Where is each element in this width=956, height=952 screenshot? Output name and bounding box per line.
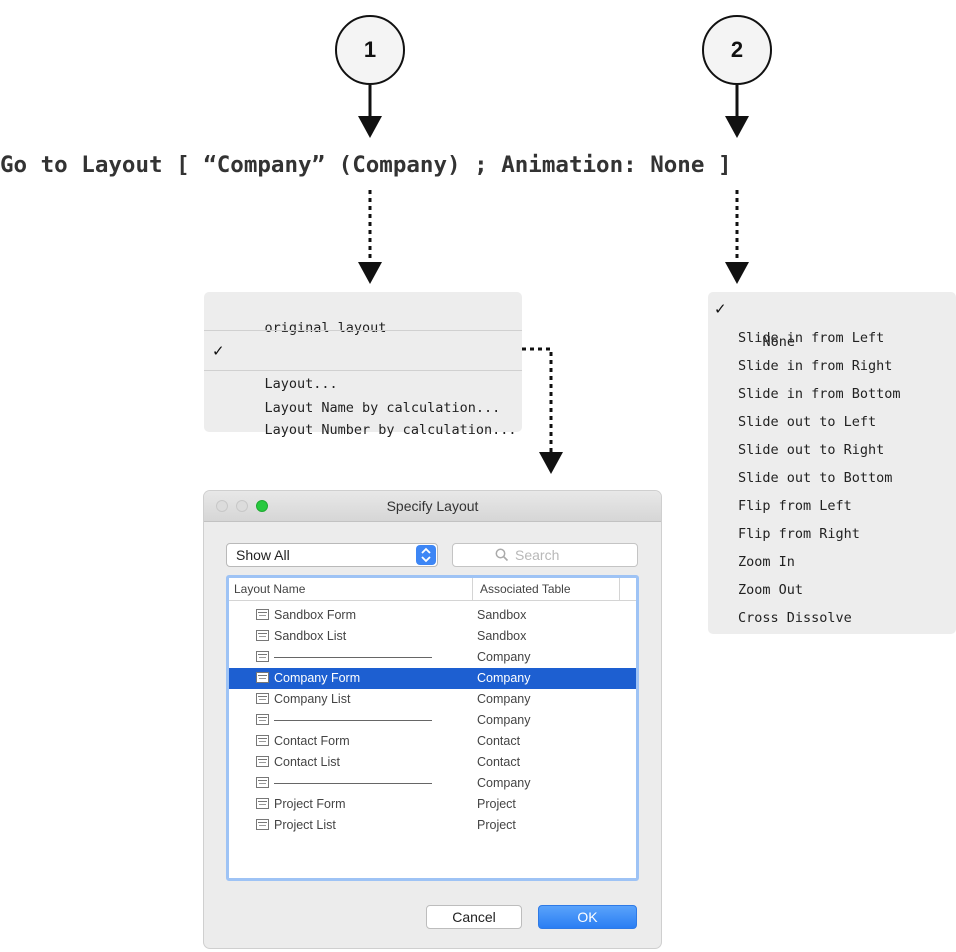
menu-item-label: Layout Number by calculation... [264,422,517,438]
column-header-associated-table[interactable]: Associated Table [480,582,571,596]
callout-1-number: 1 [363,37,377,62]
separator-line [274,657,432,658]
table-row-selected[interactable]: Company Form Company [229,668,636,689]
menu-item-slide-in-from-right[interactable]: Slide in from Right [708,358,956,374]
menu-item-label: Slide out to Bottom [738,470,893,486]
menu-item-label: Flip from Right [738,526,860,542]
menu-separator [204,330,522,331]
row-layout-name: Project List [274,818,336,832]
animation-menu: ✓ None Slide in from Left Slide in from … [708,292,956,634]
row-associated-table: Company [477,713,531,727]
row-layout-name: Sandbox Form [274,608,356,622]
row-associated-table: Company [477,671,531,685]
show-all-popup[interactable]: Show All [226,543,438,567]
menu-item-label: Slide in from Right [738,358,893,374]
menu-item-label: Cross Dissolve [738,610,852,626]
search-placeholder: Search [515,547,560,563]
menu-item-slide-out-to-right[interactable]: Slide out to Right [708,442,956,458]
row-layout-name: Company Form [274,671,361,685]
menu-item-label: Flip from Left [738,498,852,514]
layout-icon [256,756,269,767]
search-icon [495,548,509,567]
layout-icon [256,651,269,662]
table-row[interactable]: Company List Company [229,689,636,710]
table-row[interactable]: Project Form Project [229,794,636,815]
table-row[interactable]: Sandbox List Sandbox [229,626,636,647]
callout-2: 2 [702,15,772,85]
row-layout-name: Contact List [274,755,341,769]
menu-separator [204,370,522,371]
menu-item-label: Slide out to Right [738,442,885,458]
column-divider [472,578,473,600]
menu-item-label: Zoom Out [738,582,804,598]
menu-item-label: Zoom In [738,554,795,570]
table-row-separator[interactable]: Company [229,647,636,668]
layout-icon [256,672,269,683]
layout-icon [256,609,269,620]
layout-menu: original layout ✓ Layout... Layout Name … [204,292,522,438]
menu-item-zoom-out[interactable]: Zoom Out [708,582,956,598]
row-associated-table: Contact [477,755,521,769]
row-associated-table: Sandbox [477,608,527,622]
row-associated-table: Project [477,797,516,811]
menu-item-layout-number-by-calculation[interactable]: Layout Number by calculation... [204,406,522,454]
layout-list[interactable]: Layout Name Associated Table Sandbox For… [226,575,639,881]
menu-item-label: Slide in from Bottom [738,386,901,402]
layout-icon [256,630,269,641]
row-associated-table: Contact [477,734,521,748]
column-header-layout-name[interactable]: Layout Name [234,582,305,596]
checkmark-icon: ✓ [714,300,727,318]
menu-item-slide-out-to-bottom[interactable]: Slide out to Bottom [708,470,956,486]
layout-icon [256,714,269,725]
table-row[interactable]: Project List Project [229,815,636,836]
dialog-titlebar: Specify Layout [204,491,661,522]
row-associated-table: Project [477,818,516,832]
separator-line [274,783,432,784]
popup-label: Show All [236,547,290,563]
table-row[interactable]: Sandbox Form Sandbox [229,605,636,626]
layout-icon [256,798,269,809]
menu-item-zoom-in[interactable]: Zoom In [708,554,956,570]
dialog-title: Specify Layout [386,498,479,514]
menu-item-slide-in-from-bottom[interactable]: Slide in from Bottom [708,386,956,402]
menu-item-flip-from-left[interactable]: Flip from Left [708,498,956,514]
script-step-text: Go to Layout [ “Company” (Company) ; Ani… [0,152,732,178]
search-input[interactable]: Search [452,543,638,567]
cancel-button[interactable]: Cancel [426,905,522,929]
row-layout-name: Company List [274,692,351,706]
table-row[interactable]: Contact Form Contact [229,731,636,752]
row-layout-name: Project Form [274,797,346,811]
menu-item-slide-out-to-left[interactable]: Slide out to Left [708,414,956,430]
callout-2-number: 2 [730,37,744,62]
table-row[interactable]: Contact List Contact [229,752,636,773]
menu-item-flip-from-right[interactable]: Flip from Right [708,526,956,542]
menu-item-label: original layout [264,320,387,336]
menu-item-label: Slide in from Left [738,330,885,346]
menu-item-slide-in-from-left[interactable]: Slide in from Left [708,330,956,346]
chevron-updown-icon [416,545,436,565]
layout-icon [256,735,269,746]
table-row-separator[interactable]: Company [229,710,636,731]
table-row-separator[interactable]: Company [229,773,636,794]
row-associated-table: Company [477,650,531,664]
row-layout-name: Sandbox List [274,629,347,643]
column-divider [619,578,620,600]
layout-icon [256,819,269,830]
menu-item-cross-dissolve[interactable]: Cross Dissolve [708,610,956,626]
row-layout-name: Contact Form [274,734,350,748]
row-associated-table: Company [477,776,531,790]
separator-line [274,720,432,721]
row-associated-table: Sandbox [477,629,527,643]
menu-item-label: Slide out to Left [738,414,877,430]
ok-button[interactable]: OK [538,905,637,929]
layout-icon [256,693,269,704]
specify-layout-dialog: Specify Layout Show All Search Layout Na… [204,491,661,948]
checkmark-icon: ✓ [212,342,225,360]
callout-1: 1 [335,15,405,85]
list-header: Layout Name Associated Table [229,578,636,601]
layout-icon [256,777,269,788]
row-associated-table: Company [477,692,531,706]
